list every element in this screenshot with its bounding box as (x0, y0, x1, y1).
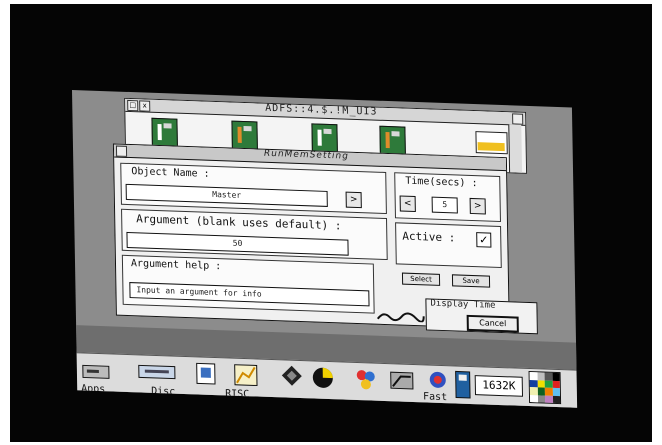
filer-close-button[interactable]: x (139, 100, 151, 112)
pie-icon[interactable] (311, 365, 335, 390)
cancel-button[interactable]: Cancel (466, 314, 519, 333)
filer-scrollbar[interactable] (508, 124, 523, 173)
argument-label: Argument (blank uses default) : (136, 212, 342, 233)
filer-back-button[interactable]: □ (127, 99, 139, 112)
palette-icon[interactable] (528, 370, 562, 405)
diamond-icon[interactable] (281, 364, 303, 387)
harddisc-label: Apps (81, 383, 106, 396)
dialog-back-button[interactable] (115, 145, 128, 157)
object-name-field[interactable]: Master (125, 183, 328, 207)
application-icon[interactable] (231, 120, 258, 150)
argument-help-group: Argument help : Input an argument for in… (121, 254, 375, 314)
filer-toggle-size-button[interactable] (512, 113, 524, 125)
application-icon[interactable] (311, 123, 338, 153)
object-name-menu-button[interactable]: > (345, 191, 362, 209)
time-decrease-button[interactable]: < (399, 195, 416, 213)
monitor-screen: □ x ADFS::4.$.!M_UI3 RunMemSetting Objec… (10, 4, 652, 442)
folder-icon[interactable] (475, 131, 508, 155)
printer-icon[interactable] (137, 359, 177, 384)
active-group: Active : ✓ (395, 222, 502, 269)
active-label: Active : (402, 229, 456, 245)
time-group: Time(secs) : < 5 > (394, 172, 501, 223)
paint-icon[interactable] (195, 361, 219, 388)
task-manager-icon[interactable] (389, 368, 415, 393)
display-icon[interactable] (455, 370, 471, 399)
filer-title: ADFS::4.$.!M_UI3 (265, 102, 378, 118)
save-button[interactable]: Save (451, 274, 491, 288)
time-label: Time(secs) : (405, 175, 478, 190)
desktop: □ x ADFS::4.$.!M_UI3 RunMemSetting Objec… (72, 90, 578, 408)
application-icon[interactable] (379, 125, 406, 155)
display-time-title: Display Time (430, 298, 496, 311)
argument-help-field[interactable]: Input an argument for info (129, 282, 370, 307)
memory-indicator[interactable]: 1632K (474, 375, 524, 397)
object-name-group: Object Name : Master > (120, 162, 387, 215)
select-button[interactable]: Select (401, 272, 441, 286)
fast-label: Fast (422, 391, 448, 404)
application-icon[interactable] (151, 117, 178, 147)
pen-squiggle-icon (376, 312, 425, 323)
riscos-logo-icon[interactable] (353, 367, 379, 394)
argument-help-label: Argument help : (130, 258, 222, 273)
display-time-dialog: Display Time Cancel (425, 298, 538, 335)
time-increase-button[interactable]: > (469, 197, 486, 215)
harddisc-icon[interactable] (81, 357, 111, 382)
photo-frame: □ x ADFS::4.$.!M_UI3 RunMemSetting Objec… (0, 0, 662, 445)
object-name-label: Object Name : (131, 166, 210, 180)
chart-label: RISC (225, 388, 250, 401)
time-field[interactable]: 5 (431, 196, 458, 214)
printer-label: Disc (151, 385, 176, 398)
dialog-title: RunMemSetting (263, 148, 350, 162)
argument-group: Argument (blank uses default) : 50 (121, 208, 388, 261)
active-checkbox[interactable]: ✓ (476, 232, 492, 248)
argument-field[interactable]: 50 (126, 231, 349, 256)
chart-icon[interactable] (233, 363, 261, 390)
